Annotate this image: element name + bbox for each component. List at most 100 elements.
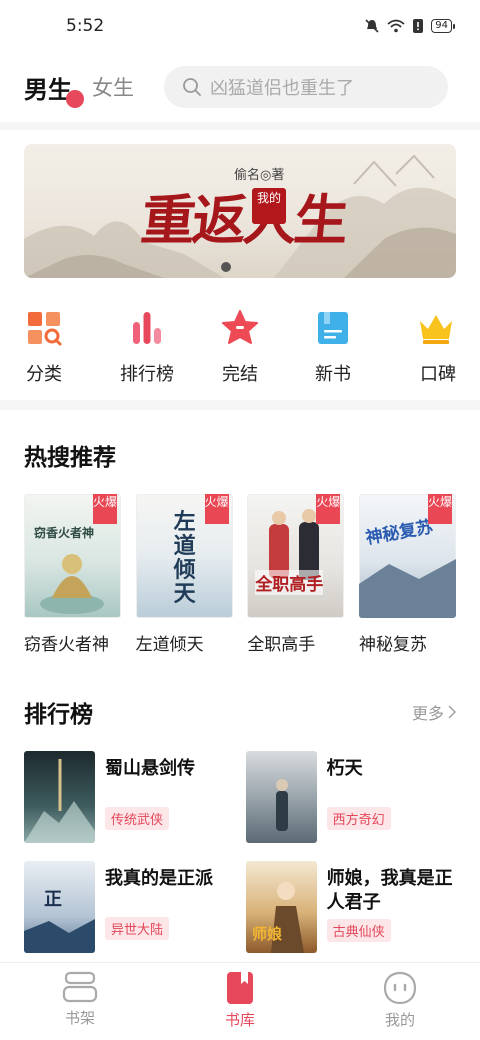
- tab-male[interactable]: 男生: [24, 70, 84, 108]
- book-name: 窃香火者神: [24, 635, 109, 655]
- nav-library[interactable]: 书库: [160, 963, 320, 1040]
- genre-tag: 古典仙侠: [326, 919, 391, 942]
- bookshelf-icon: [62, 971, 98, 1003]
- hot-search-list: 窃香火者神 火爆 窃香火者神 左道倾天 火爆 左道倾天 全职高手 火爆 全职高手: [0, 494, 480, 655]
- header: 男生 女生 凶猛道侣也重生了: [0, 52, 480, 122]
- ranking-header: 排行榜 更多: [0, 695, 480, 729]
- quick-nav-label: 排行榜: [120, 364, 174, 385]
- ranking-list: 蜀山悬剑传 传统武侠 朽天 西方奇幻 正 我真的是正派 异世大陆 师娘 师娘，我…: [0, 751, 480, 953]
- nav-label: 书架: [64, 1009, 95, 1027]
- section-divider: [0, 400, 480, 410]
- status-icons: 94: [364, 18, 455, 34]
- active-tab-dot: [66, 89, 84, 108]
- quick-nav-label: 完结: [222, 364, 258, 385]
- cover-title: 全职高手: [255, 570, 324, 595]
- banner[interactable]: 偷名◎著 重返人生 我的: [24, 144, 456, 278]
- genre-tag: 西方奇幻: [326, 807, 391, 830]
- status-bar: 5:52 94: [0, 0, 480, 52]
- chevron-right-icon: [448, 705, 456, 719]
- quick-nav-finished[interactable]: 完结: [210, 308, 270, 400]
- alert-icon: [413, 19, 424, 33]
- hot-badge: 火爆: [93, 494, 117, 524]
- book-cover: 正: [24, 861, 95, 953]
- book-cover: 全职高手 火爆: [247, 494, 345, 618]
- book-name: 蜀山悬剑传: [105, 758, 195, 779]
- hot-book[interactable]: 窃香火者神 火爆 窃香火者神: [24, 494, 121, 655]
- bottom-nav: 书架 书库 我的: [0, 962, 480, 1040]
- more-link[interactable]: 更多: [412, 700, 456, 724]
- ranking-title: 排行榜: [24, 702, 93, 728]
- hot-badge: 火爆: [204, 494, 229, 524]
- svg-text:正: 正: [44, 889, 62, 910]
- banner-title: 重返人生: [138, 188, 349, 252]
- mute-icon: [365, 19, 379, 33]
- star-icon: [220, 308, 260, 348]
- book-cover: 师娘: [246, 861, 317, 953]
- book-cover: 神秘复苏 火爆: [358, 494, 456, 618]
- cover-art: [276, 779, 288, 831]
- ranking-info: 我真的是正派 异世大陆: [105, 861, 235, 953]
- cover-title: 窃香火者神: [34, 526, 95, 540]
- genre-tag: 异世大陆: [105, 917, 170, 940]
- divider: [0, 122, 480, 130]
- nav-profile[interactable]: 我的: [320, 963, 480, 1040]
- wifi-icon: [387, 19, 405, 33]
- ranking-item[interactable]: 正 我真的是正派 异世大陆: [24, 861, 246, 953]
- genre-tag: 传统武侠: [105, 807, 170, 830]
- book-cover: [24, 751, 95, 843]
- quick-nav-reputation[interactable]: 口碑: [396, 308, 456, 400]
- new-book-icon: [313, 308, 353, 348]
- book-name: 我真的是正派: [105, 868, 213, 889]
- cover-title: 左道倾天: [173, 509, 196, 607]
- nav-bookshelf[interactable]: 书架: [0, 963, 160, 1040]
- banner-seal: 我的: [252, 188, 286, 224]
- book-name: 朽天: [326, 758, 363, 779]
- nav-label: 我的: [384, 1011, 415, 1029]
- battery-indicator: 94: [431, 19, 455, 33]
- hot-badge: 火爆: [316, 494, 340, 524]
- book-cover: [246, 751, 317, 843]
- ranking-item[interactable]: 朽天 西方奇幻: [246, 751, 456, 843]
- svg-text:师娘: 师娘: [252, 925, 283, 943]
- hot-book[interactable]: 神秘复苏 火爆 神秘复苏: [358, 494, 456, 655]
- hot-book[interactable]: 左道倾天 火爆 左道倾天: [135, 494, 233, 655]
- book-cover: 左道倾天 火爆: [135, 494, 233, 618]
- ranking-info: 朽天 西方奇幻: [326, 751, 456, 843]
- ranking-info: 师娘，我真是正人君子 古典仙侠: [326, 861, 456, 953]
- cover-art: [24, 759, 95, 843]
- quick-nav-label: 新书: [315, 364, 351, 385]
- library-icon: [227, 972, 253, 1004]
- status-time: 5:52: [66, 16, 105, 36]
- tab-female[interactable]: 女生: [92, 72, 134, 102]
- category-icon: [24, 308, 64, 348]
- search-placeholder: 凶猛道侣也重生了: [210, 78, 354, 99]
- book-name: 师娘，我真是正人君子: [326, 868, 453, 913]
- book-name: 全职高手: [247, 635, 316, 655]
- hot-badge: 火爆: [427, 494, 452, 524]
- cover-art: 正: [24, 889, 95, 953]
- quick-nav-label: 分类: [26, 364, 62, 385]
- ranking-icon: [127, 308, 167, 348]
- search-icon: [183, 78, 201, 96]
- profile-icon: [383, 971, 417, 1005]
- quick-nav: 分类 排行榜 完结 新书 口碑: [0, 308, 480, 400]
- more-label: 更多: [411, 704, 444, 723]
- crown-icon: [416, 308, 456, 348]
- book-name: 左道倾天: [135, 635, 204, 655]
- quick-nav-category[interactable]: 分类: [24, 308, 84, 400]
- cover-art: 师娘: [252, 882, 304, 953]
- quick-nav-new-book[interactable]: 新书: [303, 308, 363, 400]
- ranking-item[interactable]: 蜀山悬剑传 传统武侠: [24, 751, 246, 843]
- tab-male-label: 男生: [24, 75, 72, 104]
- search-bar[interactable]: 凶猛道侣也重生了: [164, 66, 448, 108]
- hot-search-title: 热搜推荐: [24, 445, 116, 471]
- quick-nav-label: 口碑: [420, 364, 456, 385]
- nav-label: 书库: [224, 1011, 255, 1029]
- hot-book[interactable]: 全职高手 火爆 全职高手: [247, 494, 345, 655]
- book-cover: 窃香火者神 火爆: [24, 494, 121, 618]
- quick-nav-ranking[interactable]: 排行榜: [117, 308, 177, 400]
- book-name: 神秘复苏: [358, 635, 427, 655]
- carousel-indicator[interactable]: [221, 262, 231, 272]
- ranking-item[interactable]: 师娘 师娘，我真是正人君子 古典仙侠: [246, 861, 456, 953]
- ranking-info: 蜀山悬剑传 传统武侠: [105, 751, 235, 843]
